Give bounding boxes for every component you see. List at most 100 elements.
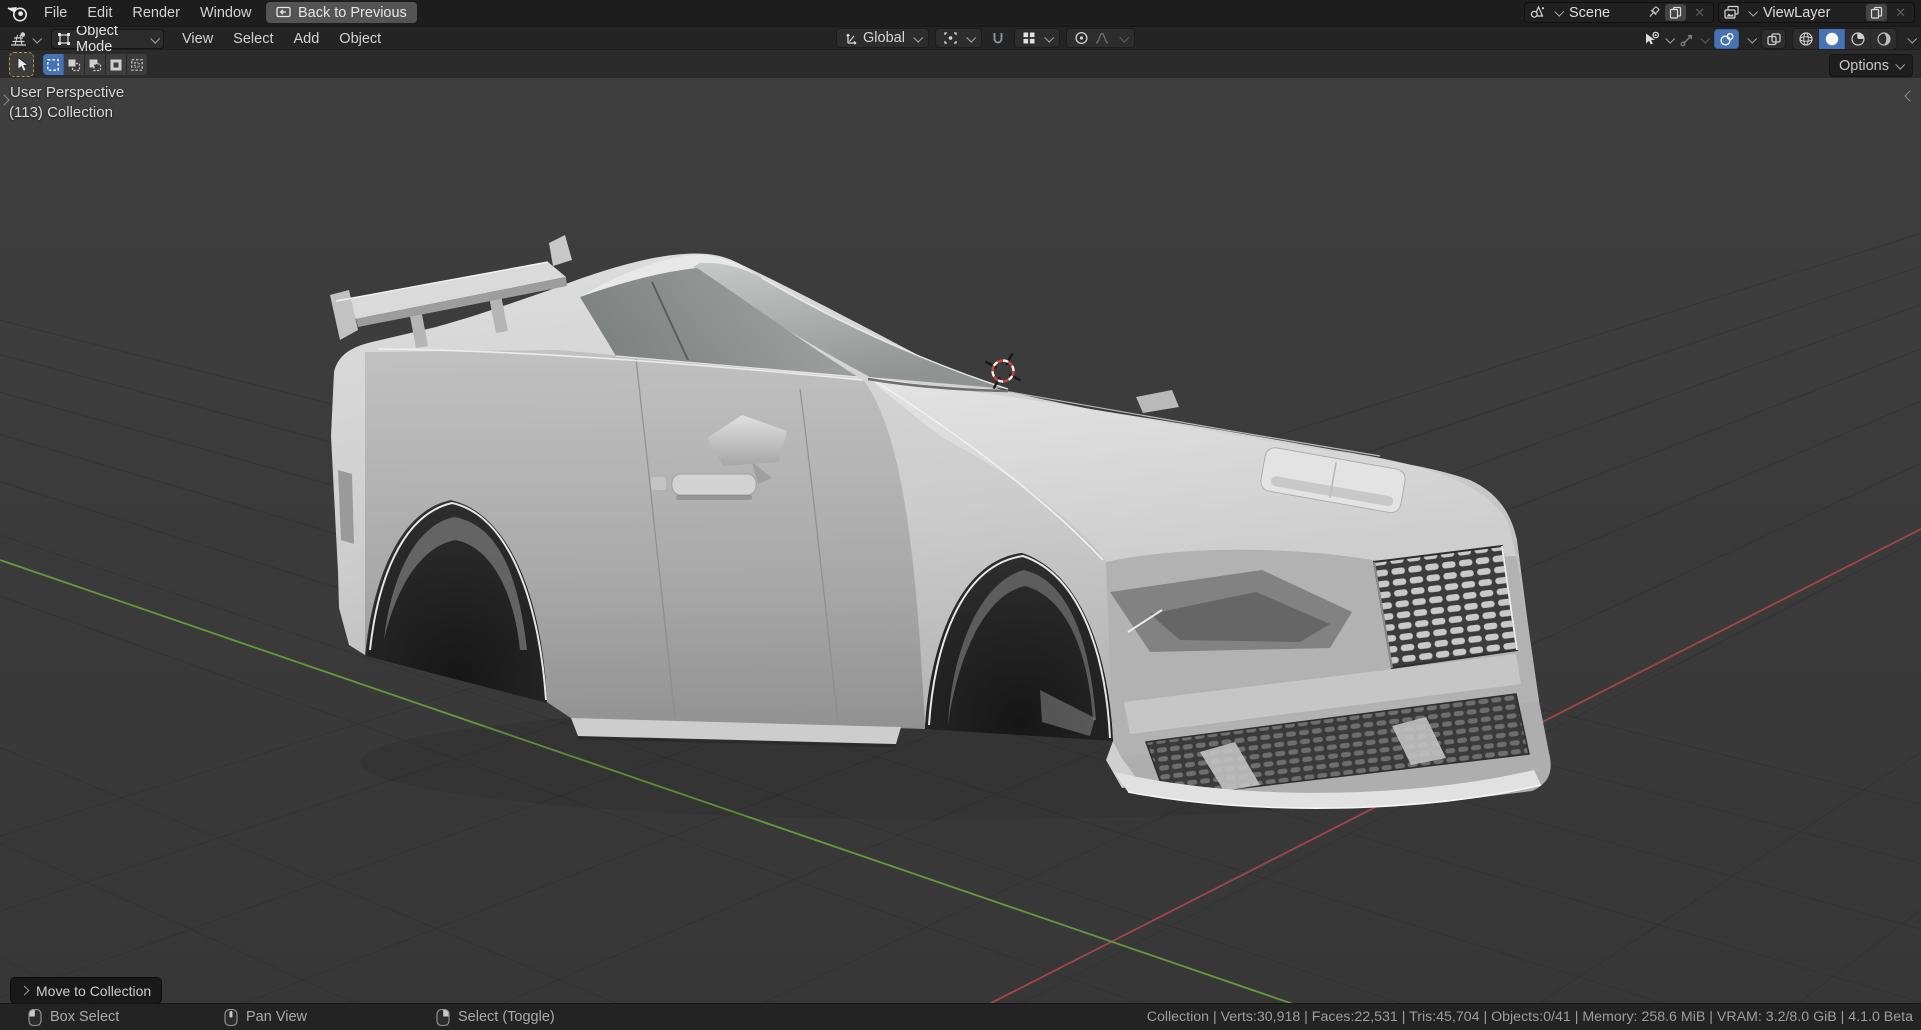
select-mode-invert-button[interactable]	[106, 54, 127, 75]
orientation-chevron-icon	[913, 32, 924, 43]
menu-object[interactable]: Object	[329, 28, 391, 50]
rendered-sphere-icon	[1876, 32, 1891, 46]
active-collection-overlay: (113) Collection	[9, 104, 113, 121]
visibility-cursor-eye-icon	[1646, 31, 1660, 45]
menu-render[interactable]: Render	[122, 0, 190, 26]
left-mouse-icon	[28, 1008, 42, 1026]
object-visibility-filter-button[interactable]	[1643, 31, 1676, 47]
shading-mode-group	[1792, 28, 1897, 50]
scene-icon[interactable]	[1529, 5, 1546, 20]
select-mode-group	[43, 54, 147, 75]
blender-window: File Edit Render Window Help Back to Pre…	[0, 0, 1921, 1030]
mode-chevron-icon	[150, 33, 161, 44]
scene-selector[interactable]: Scene ✕	[1524, 2, 1714, 23]
solid-sphere-icon	[1825, 32, 1838, 46]
select-mode-intersect-button[interactable]	[127, 54, 147, 75]
menu-view[interactable]: View	[172, 28, 223, 50]
xray-icon	[1766, 32, 1781, 45]
middle-mouse-icon	[224, 1008, 238, 1026]
overlays-chevron-icon[interactable]	[1747, 33, 1758, 44]
door-handle	[671, 473, 757, 496]
snap-increment-icon	[1023, 32, 1035, 44]
view-name-overlay: User Perspective	[10, 84, 125, 101]
scene-name[interactable]: Scene	[1566, 5, 1642, 21]
pivot-point-icon	[944, 32, 957, 44]
gizmo-chevron-icon	[1700, 33, 1711, 44]
proportional-editing-icon	[1075, 31, 1088, 45]
operator-panel-label: Move to Collection	[36, 982, 152, 999]
new-view-layer-button[interactable]	[1866, 4, 1888, 21]
menu-add[interactable]: Add	[283, 28, 329, 50]
shading-wireframe-button[interactable]	[1793, 29, 1819, 49]
active-tool-select-box[interactable]	[9, 52, 34, 77]
view-layer-name[interactable]: ViewLayer	[1760, 5, 1862, 21]
keymap-hint-label: Select (Toggle)	[458, 1009, 555, 1025]
menu-edit[interactable]: Edit	[77, 0, 122, 26]
overlays-icon	[1719, 32, 1733, 46]
view-layer-selector[interactable]: ViewLayer ✕	[1718, 2, 1915, 23]
keymap-hint-label: Pan View	[246, 1009, 307, 1025]
keymap-hint-label: Box Select	[50, 1009, 120, 1025]
material-sphere-icon	[1850, 32, 1865, 46]
menu-window[interactable]: Window	[190, 0, 262, 26]
duplicate-icon	[1669, 6, 1682, 19]
view-layer-browse-chevron-icon[interactable]	[1748, 6, 1759, 17]
pivot-chevron-icon	[966, 32, 977, 43]
snap-target-selector[interactable]	[1013, 28, 1060, 48]
new-scene-button[interactable]	[1665, 4, 1687, 21]
snap-toggle-button[interactable]	[988, 31, 1008, 46]
transform-orientation-selector[interactable]: Global	[836, 28, 929, 48]
3d-viewport-icon	[11, 31, 26, 46]
remove-view-layer-button: ✕	[1895, 4, 1906, 20]
select-mode-set-button[interactable]	[43, 54, 64, 75]
snap-chevron-icon	[1044, 32, 1055, 43]
topbar: File Edit Render Window Help Back to Pre…	[0, 0, 1921, 26]
visibility-chevron-icon	[1665, 33, 1676, 44]
keymap-hint: Select (Toggle)	[436, 1004, 555, 1030]
expand-operator-chevron-icon[interactable]	[19, 985, 30, 996]
screen-back-icon	[276, 6, 291, 19]
orientation-axes-icon	[846, 33, 857, 45]
menu-file[interactable]: File	[34, 0, 77, 26]
xray-toggle[interactable]	[1761, 29, 1786, 49]
pin-icon[interactable]	[1646, 5, 1661, 20]
menu-select[interactable]: Select	[223, 28, 283, 50]
select-extend-icon	[68, 59, 81, 71]
shading-solid-button[interactable]	[1819, 29, 1845, 49]
3d-viewport[interactable]	[0, 78, 1921, 1003]
pivot-point-selector[interactable]	[934, 28, 982, 48]
editor-type-chevron-icon	[32, 33, 43, 44]
editor-type-button[interactable]	[6, 31, 43, 48]
proportional-editing-group[interactable]	[1065, 28, 1135, 48]
magnet-icon	[993, 32, 1003, 43]
shading-chevron-icon[interactable]	[1907, 33, 1918, 44]
gizmo-arrow-icon	[1680, 34, 1693, 46]
tool-settings-bar: Options	[0, 49, 1921, 78]
select-invert-icon	[110, 59, 122, 70]
blender-logo-icon[interactable]	[7, 5, 28, 22]
show-gizmo-button[interactable]	[1679, 32, 1711, 47]
shading-material-button[interactable]	[1845, 29, 1871, 49]
falloff-curve-icon	[1095, 32, 1109, 44]
viewport-canvas	[0, 78, 1921, 1003]
keymap-hint: Pan View	[224, 1004, 307, 1030]
options-chevron-icon	[1895, 59, 1906, 70]
duplicate-icon	[1870, 6, 1883, 19]
mode-selector[interactable]: Object Mode	[51, 23, 164, 55]
select-mode-extend-button[interactable]	[64, 54, 85, 75]
scene-browse-chevron-icon[interactable]	[1554, 6, 1565, 17]
shading-rendered-button[interactable]	[1871, 29, 1896, 49]
scene-statistics: Collection | Verts:30,918 | Faces:22,531…	[1146, 1009, 1913, 1025]
show-overlays-toggle[interactable]	[1714, 29, 1739, 49]
object-mode-icon	[58, 33, 70, 45]
mode-selector-value: Object Mode	[76, 23, 118, 55]
falloff-chevron-icon	[1119, 32, 1130, 43]
select-mode-subtract-button[interactable]	[85, 54, 106, 75]
back-to-previous-button[interactable]: Back to Previous	[266, 2, 417, 23]
select-subtract-icon	[89, 59, 102, 71]
view-layer-icon[interactable]	[1723, 5, 1740, 20]
operator-panel[interactable]: Move to Collection	[10, 977, 163, 1004]
tool-options-dropdown[interactable]: Options	[1829, 54, 1913, 77]
select-intersect-icon	[131, 58, 143, 71]
transform-orientation-value: Global	[863, 30, 905, 46]
